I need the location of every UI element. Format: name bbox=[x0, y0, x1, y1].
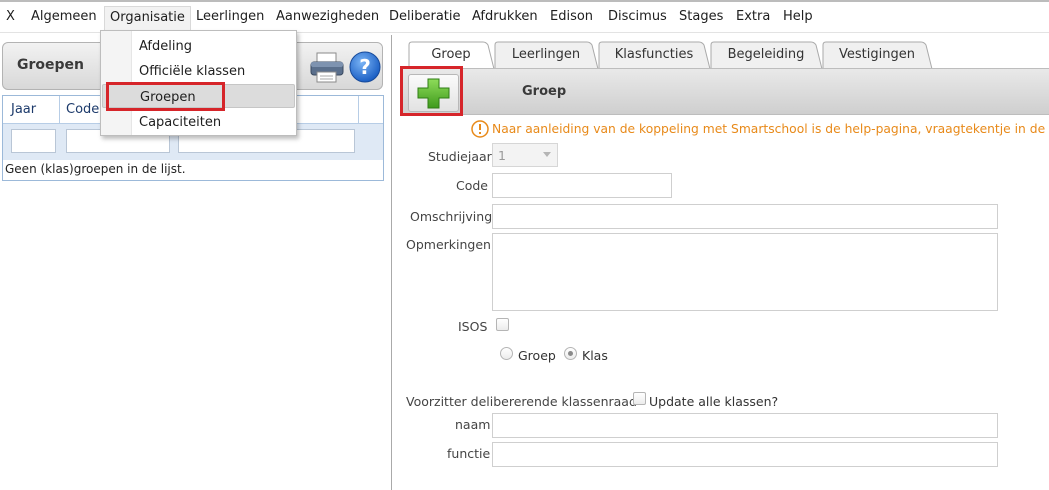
menu-afdrukken[interactable]: Afdrukken bbox=[472, 9, 538, 24]
chevron-down-icon bbox=[543, 152, 551, 157]
tab-klasfuncties[interactable]: Klasfuncties bbox=[597, 41, 711, 69]
omschrijving-label: Omschrijving bbox=[410, 209, 493, 224]
groepen-highlight bbox=[106, 82, 225, 111]
menu-discimus[interactable]: Discimus bbox=[608, 9, 667, 24]
tab-leerlingen[interactable]: Leerlingen bbox=[493, 41, 599, 69]
menu-aanwezigheden[interactable]: Aanwezigheden bbox=[276, 9, 379, 24]
col-code[interactable]: Code bbox=[66, 102, 99, 117]
omschrijving-input[interactable] bbox=[492, 204, 998, 229]
tab-vestigingen[interactable]: Vestigingen bbox=[821, 41, 933, 69]
help-icon[interactable]: ? bbox=[348, 50, 382, 84]
svg-text:?: ? bbox=[359, 55, 371, 79]
studiejaar-select[interactable]: 1 bbox=[492, 143, 558, 167]
menu-close[interactable]: X bbox=[6, 9, 15, 24]
tab-vestigingen-label: Vestigingen bbox=[839, 47, 915, 62]
menu-organisatie[interactable]: Organisatie bbox=[104, 6, 191, 33]
menu-bar: X Algemeen Organisatie Leerlingen Aanwez… bbox=[0, 0, 1049, 33]
voorzitter-label: Voorzitter delibererende klassenraad bbox=[406, 394, 637, 409]
groep-bar-title: Groep bbox=[522, 84, 567, 99]
isos-label: ISOS bbox=[458, 319, 488, 334]
code-input[interactable] bbox=[492, 173, 672, 198]
menu-extra[interactable]: Extra bbox=[736, 9, 770, 24]
menu-edison[interactable]: Edison bbox=[550, 9, 593, 24]
isos-checkbox[interactable] bbox=[496, 318, 509, 331]
tab-groep[interactable]: Groep bbox=[407, 41, 495, 69]
menu-deliberatie[interactable]: Deliberatie bbox=[389, 9, 461, 24]
tab-klasfuncties-label: Klasfuncties bbox=[614, 47, 694, 62]
tab-begeleiding-label: Begeleiding bbox=[727, 47, 805, 62]
functie-input[interactable] bbox=[492, 442, 998, 467]
radio-klas-label: Klas bbox=[582, 348, 608, 363]
panel-splitter[interactable] bbox=[391, 35, 392, 490]
dropdown-item-officiele-klassen[interactable]: Officiële klassen bbox=[102, 59, 295, 83]
dropdown-item-afdeling[interactable]: Afdeling bbox=[102, 34, 295, 58]
menu-stages[interactable]: Stages bbox=[679, 9, 723, 24]
menu-help[interactable]: Help bbox=[783, 9, 813, 24]
functie-label: functie bbox=[447, 446, 491, 461]
menu-algemeen[interactable]: Algemeen bbox=[31, 9, 97, 24]
naam-input[interactable] bbox=[492, 413, 998, 438]
tab-begeleiding[interactable]: Begeleiding bbox=[709, 41, 823, 69]
add-button-highlight bbox=[400, 66, 463, 116]
smartschool-notice: Naar aanleiding van de koppeling met Sma… bbox=[492, 122, 1049, 136]
tab-leerlingen-label: Leerlingen bbox=[511, 47, 581, 62]
print-icon[interactable] bbox=[308, 50, 346, 84]
opmerkingen-textarea[interactable] bbox=[492, 233, 998, 311]
tab-groep-label: Groep bbox=[431, 47, 471, 62]
info-icon bbox=[471, 120, 489, 138]
filter-jaar-input[interactable] bbox=[11, 129, 56, 153]
empty-message: Geen (klas)groepen in de lijst. bbox=[5, 162, 186, 176]
opmerkingen-label: Opmerkingen bbox=[406, 237, 491, 252]
menu-leerlingen[interactable]: Leerlingen bbox=[196, 9, 264, 24]
studiejaar-value: 1 bbox=[498, 148, 506, 163]
code-label: Code bbox=[456, 178, 489, 193]
col-jaar[interactable]: Jaar bbox=[11, 102, 36, 117]
naam-label: naam bbox=[455, 417, 491, 432]
groep-toolbar: Groep bbox=[401, 68, 1049, 115]
dropdown-item-capaciteiten[interactable]: Capaciteiten bbox=[102, 110, 295, 134]
radio-klas[interactable] bbox=[564, 347, 577, 360]
radio-groep-label: Groep bbox=[518, 348, 556, 363]
update-label: Update alle klassen? bbox=[649, 394, 779, 409]
studiejaar-label: Studiejaar bbox=[428, 149, 492, 164]
tab-strip: Groep Leerlingen Klasfuncties Begeleidin… bbox=[407, 41, 1049, 69]
radio-groep[interactable] bbox=[500, 347, 513, 360]
update-checkbox[interactable] bbox=[633, 392, 646, 405]
groepen-title: Groepen bbox=[17, 57, 84, 73]
